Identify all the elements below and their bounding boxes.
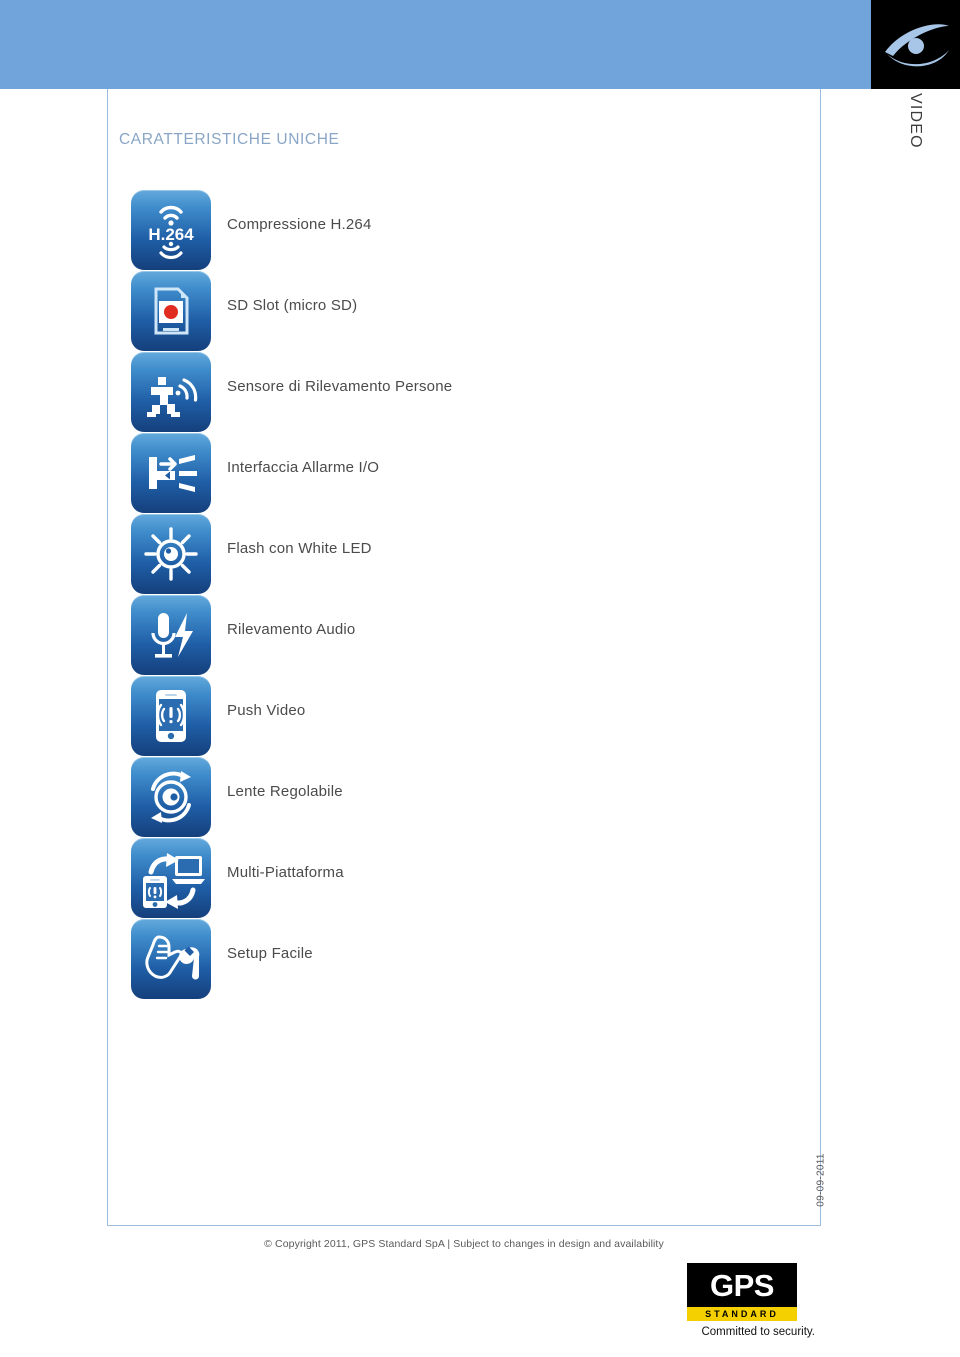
header-band bbox=[0, 0, 871, 89]
list-item: Push Video bbox=[131, 676, 821, 757]
gps-logo-subtitle: STANDARD bbox=[705, 1308, 779, 1319]
sd-card-icon bbox=[131, 271, 211, 351]
audio-detection-icon bbox=[131, 595, 211, 675]
gps-logo-subtitle-bar: STANDARD bbox=[687, 1307, 797, 1321]
gps-logo-name: GPS bbox=[710, 1267, 774, 1303]
push-video-icon bbox=[131, 676, 211, 756]
gps-logo-tagline: Committed to security. bbox=[701, 1326, 815, 1338]
list-item-label: Compressione H.264 bbox=[227, 216, 372, 233]
gps-logo-mark: GPS bbox=[687, 1263, 797, 1307]
copyright-text: © Copyright 2011, GPS Standard SpA | Sub… bbox=[264, 1238, 664, 1250]
list-item-label: Flash con White LED bbox=[227, 540, 372, 557]
list-item: Interfaccia Allarme I/O bbox=[131, 433, 821, 514]
list-item-label: Sensore di Rilevamento Persone bbox=[227, 378, 453, 395]
easy-setup-icon bbox=[131, 919, 211, 999]
list-item: Rilevamento Audio bbox=[131, 595, 821, 676]
list-item: H.264 Compressione H.264 bbox=[131, 190, 821, 271]
h264-compression-icon: H.264 bbox=[131, 190, 211, 270]
page-title: CARATTERISTICHE UNICHE bbox=[119, 131, 340, 148]
svg-text:H.264: H.264 bbox=[148, 225, 194, 244]
alarm-io-icon bbox=[131, 433, 211, 513]
white-led-flash-icon bbox=[131, 514, 211, 594]
gps-standard-logo: GPS STANDARD Committed to security. bbox=[687, 1263, 815, 1338]
revision-date-text: 09-09-2011 bbox=[815, 1153, 827, 1207]
datasheet-page: VIDEO CARATTERISTICHE UNICHE H.264 Compr… bbox=[0, 0, 960, 1357]
eye-logo-square bbox=[871, 0, 960, 89]
list-item: Setup Facile bbox=[131, 919, 821, 1000]
feature-list: H.264 Compressione H.264 SD Slot (micro … bbox=[131, 190, 821, 1000]
revision-date: 09-09-2011 bbox=[813, 1135, 829, 1225]
left-vertical-rule bbox=[107, 89, 108, 1225]
video-tab: VIDEO bbox=[871, 89, 960, 161]
list-item: Sensore di Rilevamento Persone bbox=[131, 352, 821, 433]
list-item: Flash con White LED bbox=[131, 514, 821, 595]
list-item-label: Lente Regolabile bbox=[227, 783, 343, 800]
list-item-label: Push Video bbox=[227, 702, 306, 719]
list-item: Lente Regolabile bbox=[131, 757, 821, 838]
list-item: Multi-Piattaforma bbox=[131, 838, 821, 919]
list-item-label: Setup Facile bbox=[227, 945, 313, 962]
adjustable-lens-icon bbox=[131, 757, 211, 837]
list-item: SD Slot (micro SD) bbox=[131, 271, 821, 352]
video-tab-label: VIDEO bbox=[907, 93, 925, 149]
footer-horizontal-rule bbox=[107, 1225, 821, 1226]
list-item-label: Multi-Piattaforma bbox=[227, 864, 344, 881]
list-item-label: Interfaccia Allarme I/O bbox=[227, 459, 380, 476]
list-item-label: Rilevamento Audio bbox=[227, 621, 356, 638]
multi-platform-icon bbox=[131, 838, 211, 918]
list-item-label: SD Slot (micro SD) bbox=[227, 297, 358, 314]
person-detection-icon bbox=[131, 352, 211, 432]
eye-logo bbox=[885, 24, 949, 67]
